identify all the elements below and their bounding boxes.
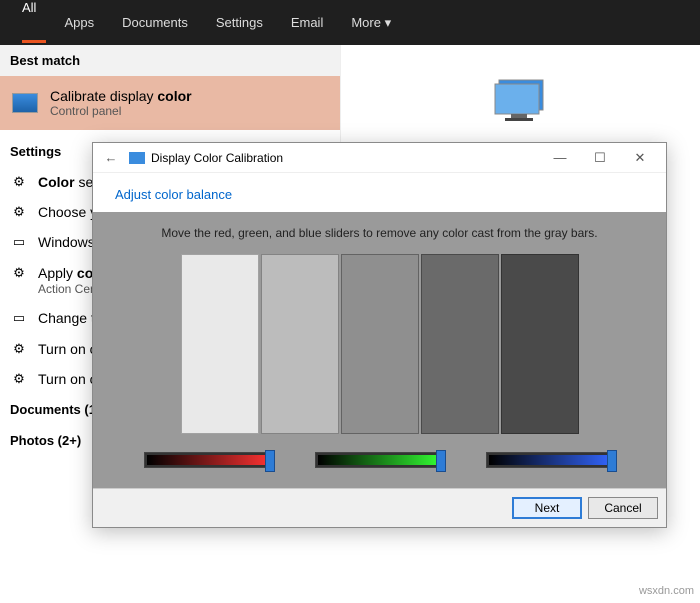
back-button[interactable]: ← bbox=[99, 150, 123, 165]
maximize-button[interactable]: ☐ bbox=[580, 143, 620, 173]
dialog-title: Display Color Calibration bbox=[151, 151, 540, 165]
display-icon: ▭ bbox=[10, 233, 28, 251]
monitor-preview-icon bbox=[491, 76, 551, 124]
gray-bar-3 bbox=[341, 254, 419, 434]
tab-apps[interactable]: Apps bbox=[50, 0, 108, 45]
gray-bars bbox=[93, 254, 666, 434]
dialog-instruction: Move the red, green, and blue sliders to… bbox=[93, 226, 666, 240]
preview-pane bbox=[340, 45, 700, 155]
minimize-button[interactable]: — bbox=[540, 143, 580, 173]
gray-bar-5 bbox=[501, 254, 579, 434]
slider-thumb[interactable] bbox=[607, 450, 617, 472]
cancel-button[interactable]: Cancel bbox=[588, 497, 658, 519]
next-button[interactable]: Next bbox=[512, 497, 582, 519]
tab-documents[interactable]: Documents bbox=[108, 0, 202, 45]
close-button[interactable]: ✕ bbox=[620, 143, 660, 173]
best-match-subtitle: Control panel bbox=[50, 104, 192, 118]
dialog-heading: Adjust color balance bbox=[93, 173, 666, 212]
display-icon: ▭ bbox=[10, 309, 28, 327]
calibration-app-icon bbox=[129, 150, 145, 166]
chevron-down-icon: ▾ bbox=[385, 15, 392, 31]
tab-settings[interactable]: Settings bbox=[202, 0, 277, 45]
tab-all[interactable]: All bbox=[8, 0, 50, 15]
slider-thumb[interactable] bbox=[436, 450, 446, 472]
slider-thumb[interactable] bbox=[265, 450, 275, 472]
blue-slider[interactable] bbox=[486, 452, 616, 468]
gear-icon: ⚙ bbox=[10, 340, 28, 358]
watermark: wsxdn.com bbox=[639, 585, 694, 597]
gray-bar-1 bbox=[181, 254, 259, 434]
gear-icon: ⚙ bbox=[10, 203, 28, 221]
search-tabs: All Apps Documents Settings Email More ▾ bbox=[0, 0, 700, 45]
green-slider[interactable] bbox=[315, 452, 445, 468]
gear-icon: ⚙ bbox=[10, 264, 28, 282]
red-slider[interactable] bbox=[144, 452, 274, 468]
tab-email[interactable]: Email bbox=[277, 0, 338, 45]
gray-bar-4 bbox=[421, 254, 499, 434]
gear-icon: ⚙ bbox=[10, 173, 28, 191]
tab-more[interactable]: More ▾ bbox=[337, 0, 405, 45]
gear-icon: ⚙ bbox=[10, 370, 28, 388]
calibration-dialog: ← Display Color Calibration — ☐ ✕ Adjust… bbox=[92, 142, 667, 528]
monitor-icon bbox=[12, 93, 38, 113]
best-match-title: Calibrate display color bbox=[50, 88, 192, 104]
gray-bar-2 bbox=[261, 254, 339, 434]
